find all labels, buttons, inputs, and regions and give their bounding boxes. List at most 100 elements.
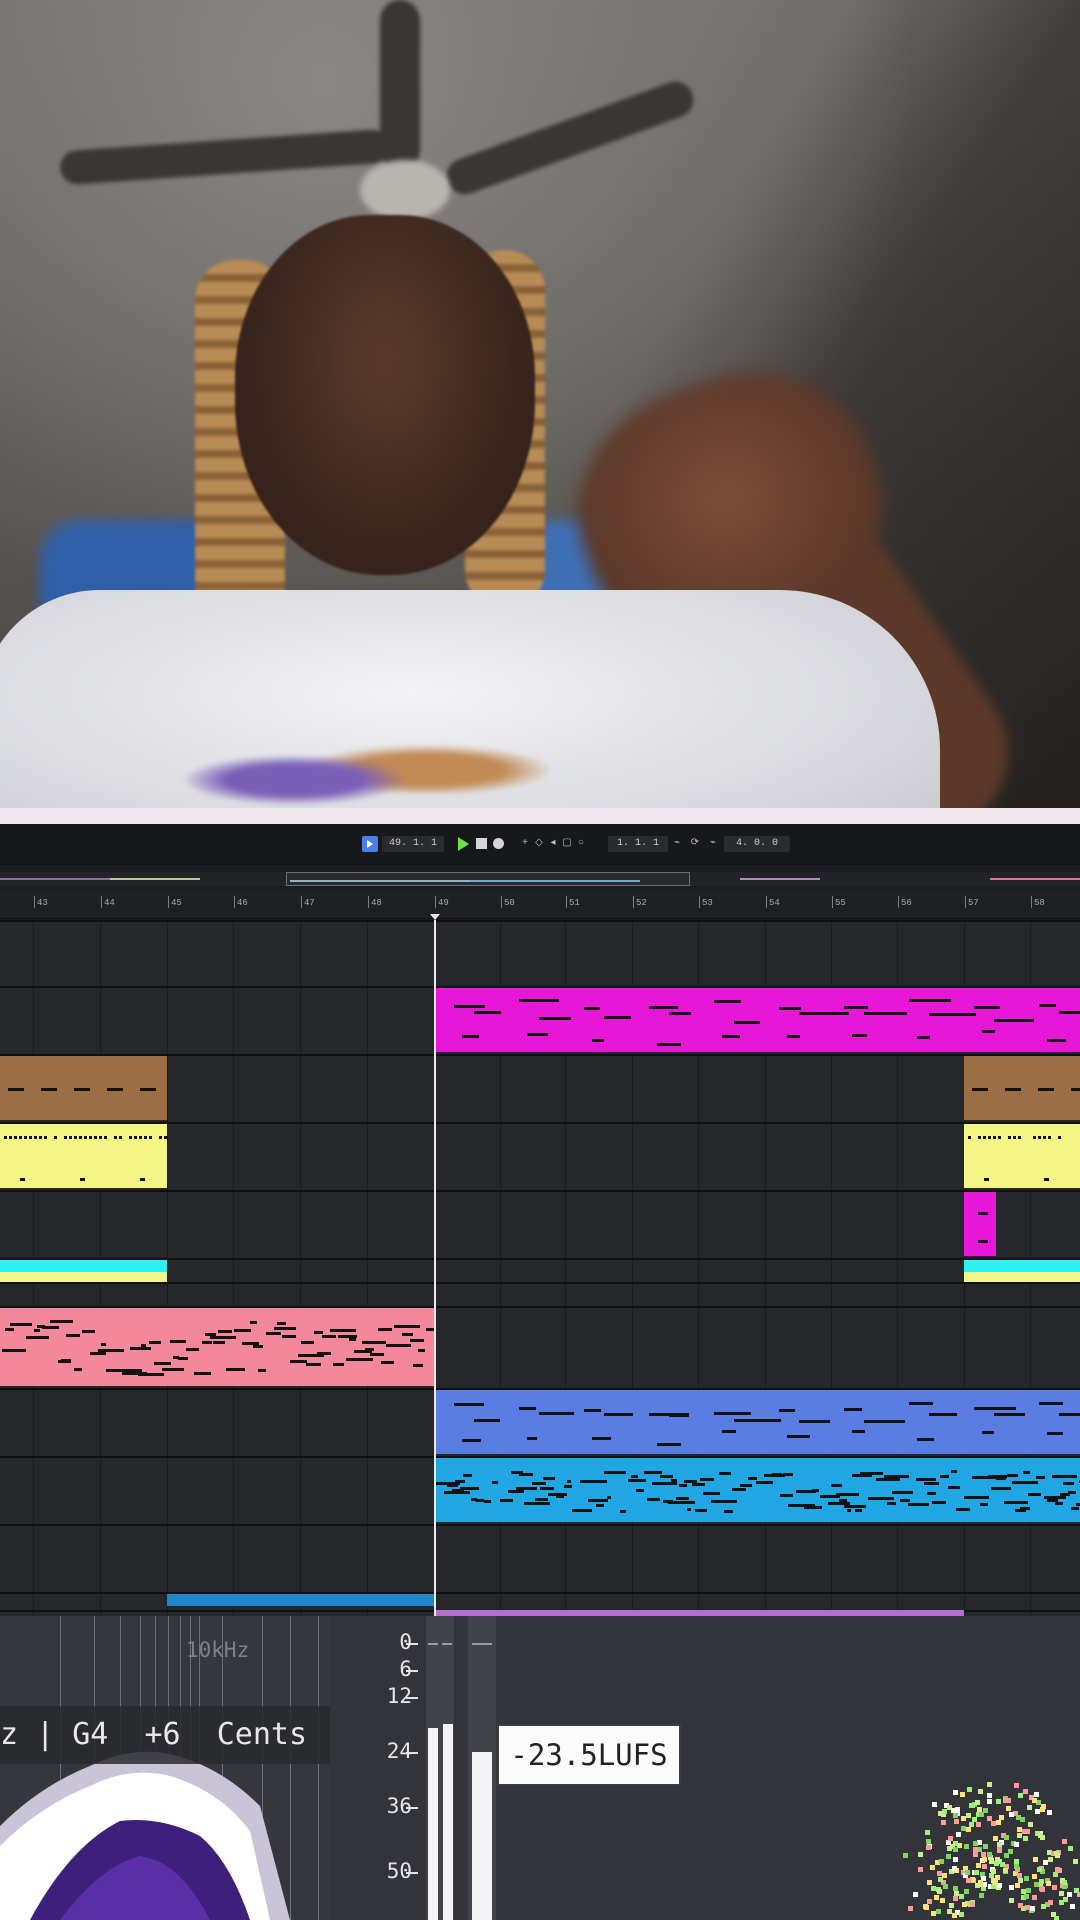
- stereo-scope-dot: [976, 1806, 982, 1812]
- stereo-scope-dot: [961, 1826, 967, 1832]
- clip-track-8[interactable]: [434, 1390, 1080, 1454]
- ruler-bar-label: 52: [633, 896, 647, 908]
- clip-track-4[interactable]: [0, 1124, 167, 1188]
- stereo-scope-dot: [982, 1857, 988, 1863]
- punch-in-icon[interactable]: ⌁: [672, 837, 682, 849]
- stereo-scope-dot: [934, 1895, 940, 1901]
- stereo-scope-dot: [929, 1864, 935, 1870]
- stereo-scope-dot: [977, 1788, 983, 1794]
- stereo-scope-dot: [938, 1811, 944, 1817]
- punch-icon[interactable]: ○: [576, 837, 586, 849]
- clip-track-6[interactable]: [0, 1260, 167, 1272]
- stereo-scope-dot: [993, 1861, 999, 1867]
- stereo-scope-dot: [987, 1815, 993, 1821]
- follow-button[interactable]: [362, 836, 378, 852]
- loop-switch-icon[interactable]: ▢: [562, 837, 572, 849]
- stereo-scope-dot: [982, 1863, 988, 1869]
- ruler-bar-label: 50: [501, 896, 515, 908]
- stereo-scope-dot: [965, 1813, 971, 1819]
- stereo-scope-dot: [987, 1792, 993, 1798]
- clip-track-3[interactable]: [964, 1056, 1080, 1120]
- stereo-scope-dot: [961, 1902, 967, 1908]
- clip-track-9[interactable]: [434, 1458, 1080, 1522]
- stereo-scope-dot: [924, 1830, 930, 1836]
- stereo-scope-dot: [918, 1866, 924, 1872]
- ruler-bar-label: 47: [301, 896, 315, 908]
- stereo-scope-dot: [1023, 1875, 1029, 1881]
- clip-track-7[interactable]: [0, 1308, 434, 1386]
- clip-track-2[interactable]: [434, 988, 1080, 1052]
- stereo-scope-dot: [1003, 1835, 1009, 1840]
- record-button[interactable]: [493, 838, 504, 849]
- track-lane-separator: [0, 1592, 1080, 1594]
- stereo-scope-dot: [1040, 1886, 1046, 1892]
- stereo-scope-dot: [975, 1863, 981, 1869]
- stereo-scope-dot: [1041, 1803, 1047, 1809]
- stereo-scope-dot: [974, 1799, 980, 1805]
- clip-track-10[interactable]: [167, 1594, 434, 1606]
- song-position[interactable]: 49. 1. 1: [382, 836, 444, 852]
- stereo-scope-dot: [996, 1841, 1002, 1847]
- add-icon[interactable]: +: [520, 837, 530, 849]
- stereo-scope-dot: [1067, 1891, 1073, 1897]
- stereo-scope-dot: [966, 1787, 972, 1793]
- stereo-scope-dot: [1023, 1788, 1029, 1794]
- clip-track-4[interactable]: [964, 1124, 1080, 1188]
- ruler-bar-label: 43: [34, 896, 48, 908]
- stereo-scope-dot: [1032, 1856, 1038, 1862]
- stereo-scope-dot: [1009, 1897, 1015, 1903]
- meter-scale-label: 24: [386, 1739, 412, 1763]
- ruler-bar-label: 54: [766, 896, 780, 908]
- pitch-readout: z | G4 +6 Cents: [0, 1706, 330, 1764]
- stereo-scope-dot: [968, 1803, 974, 1809]
- stereo-scope-dot: [953, 1856, 959, 1862]
- play-button[interactable]: [458, 837, 469, 851]
- stereo-scope-dot: [903, 1853, 909, 1858]
- stereo-scope-dot: [1046, 1810, 1052, 1816]
- stereo-scope-dot: [990, 1884, 996, 1890]
- clip-track-6[interactable]: [964, 1260, 1080, 1272]
- meter-scale-label: 6: [399, 1657, 412, 1681]
- stereo-scope-dot: [1046, 1881, 1052, 1887]
- stop-button[interactable]: [476, 838, 487, 849]
- ruler-bar-label: 56: [898, 896, 912, 908]
- loop-start[interactable]: 1. 1. 1: [608, 836, 668, 852]
- stereo-scope-dot: [1003, 1867, 1009, 1873]
- overview-visible-region[interactable]: [286, 872, 690, 886]
- ruler-bar-label: 57: [965, 896, 979, 908]
- stereo-scope-dot: [932, 1802, 938, 1808]
- clip-track-5[interactable]: [964, 1192, 996, 1256]
- stereo-scope-dot: [959, 1911, 964, 1917]
- stereo-scope-dot: [990, 1821, 996, 1827]
- clip-track-3[interactable]: [0, 1056, 167, 1120]
- beat-time-ruler[interactable]: 43 44 45 46 47 48 49 50 51 52 53 54 55 5…: [0, 890, 1080, 919]
- stereo-scope-dot: [1006, 1806, 1011, 1812]
- automation-icon[interactable]: ◇: [534, 837, 544, 849]
- stereo-scope-dot: [937, 1888, 943, 1894]
- track-lane-separator: [0, 920, 1080, 922]
- stereo-scope-dot: [1069, 1904, 1075, 1910]
- stereo-scope-dot: [1009, 1885, 1015, 1891]
- arrangement-view[interactable]: [0, 920, 1080, 1616]
- analyzer-area: 10kHz z | G4 +6 Cents 0 6 12 24 36 50 -2…: [0, 1616, 1080, 1920]
- playhead[interactable]: [434, 920, 436, 1616]
- stereo-scope-dot: [975, 1821, 981, 1827]
- punch-out-icon[interactable]: ⌁: [708, 837, 718, 849]
- stereo-scope-dot: [1063, 1897, 1069, 1903]
- loop-icon[interactable]: ⟳: [690, 837, 700, 849]
- ruler-bar-label: 51: [566, 896, 580, 908]
- stereo-scope-dot: [1017, 1877, 1023, 1883]
- stereo-scope-dot: [1067, 1846, 1073, 1852]
- stereo-scope-dot: [1018, 1902, 1024, 1908]
- clip-track-4[interactable]: [964, 1272, 1080, 1282]
- stereo-scope-dot: [947, 1836, 953, 1842]
- ruler-bar-label: 49: [435, 896, 449, 908]
- stereo-scope-dot: [1016, 1832, 1022, 1838]
- back-to-arrangement-icon[interactable]: ◂: [548, 837, 558, 849]
- stereo-scope-dot: [1027, 1804, 1033, 1810]
- track-lane-separator: [0, 1282, 1080, 1284]
- clip-track-4[interactable]: [0, 1272, 167, 1282]
- track-lane-separator: [0, 1524, 1080, 1526]
- loop-length[interactable]: 4. 0. 0: [724, 836, 790, 852]
- stereo-scope-dot: [959, 1791, 965, 1797]
